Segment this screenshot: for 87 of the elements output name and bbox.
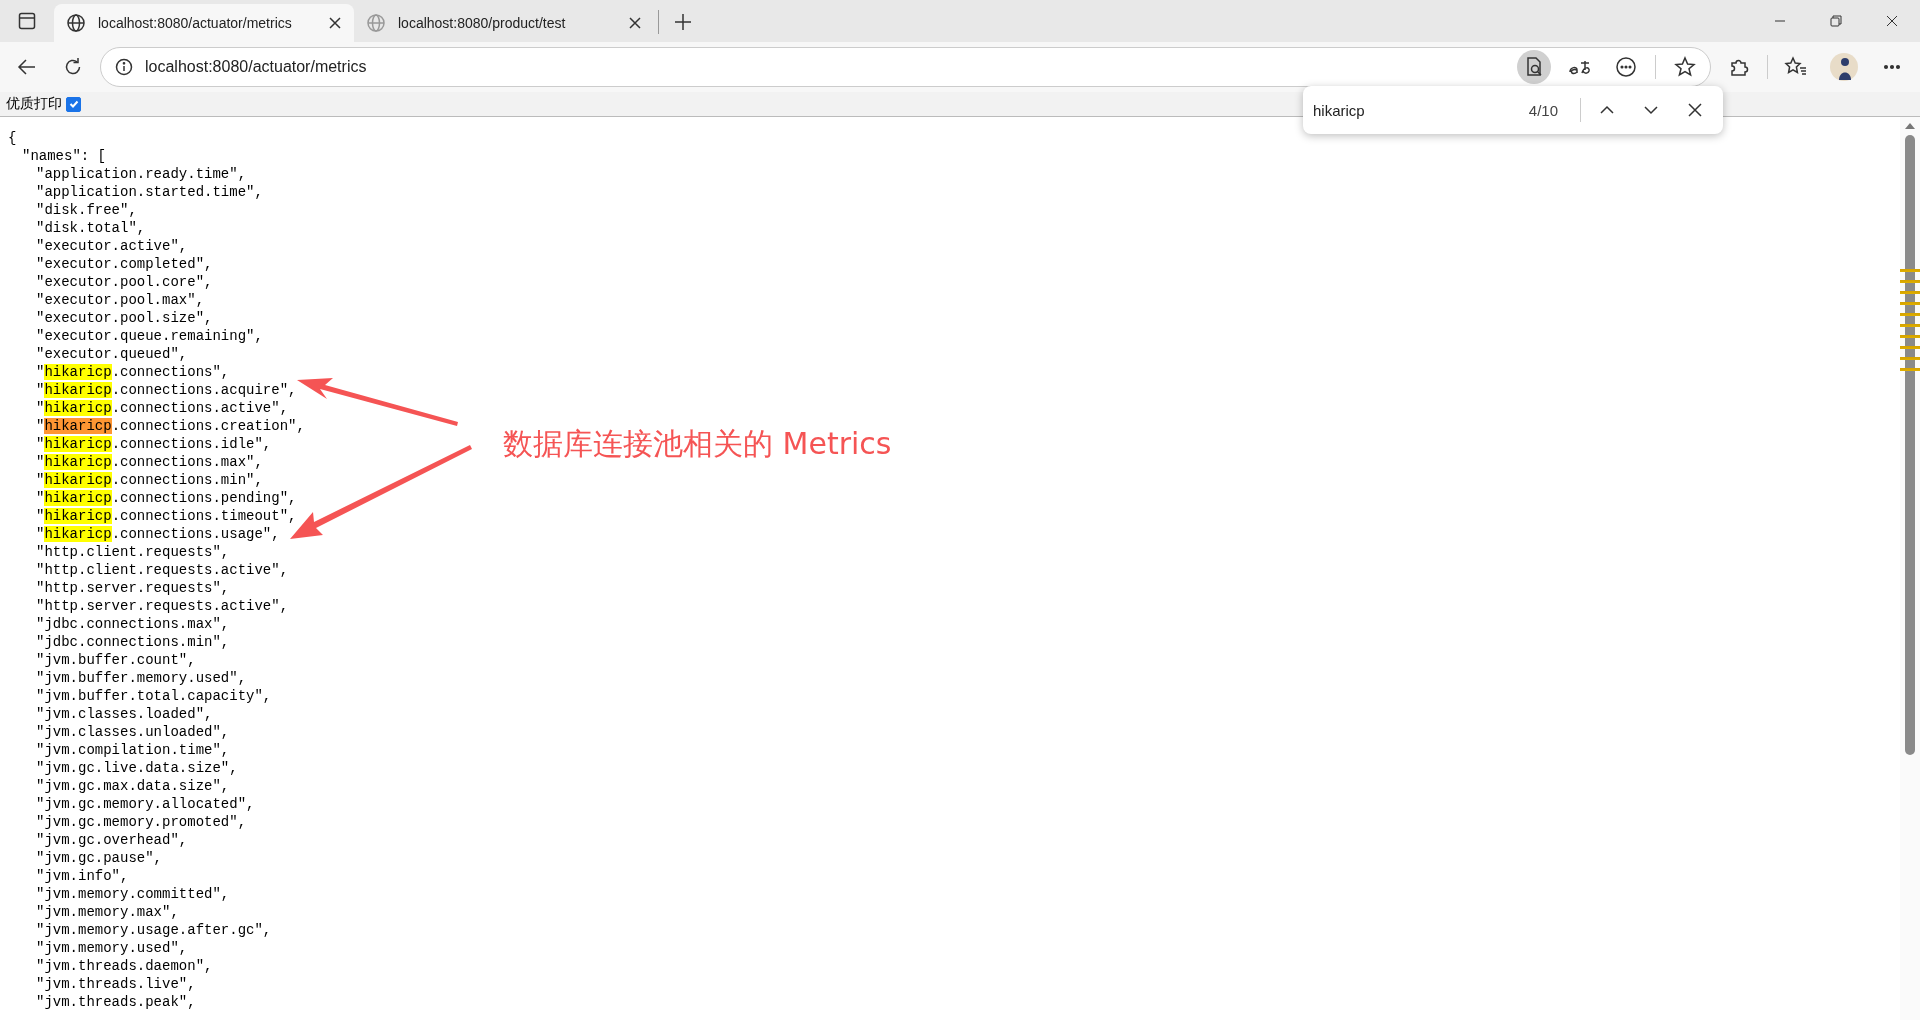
json-line: "hikaricp.connections.min", (35, 471, 263, 489)
json-line: "hikaricp.connections.timeout", (35, 507, 297, 525)
search-highlight: hikaricp (44, 400, 112, 416)
plus-icon[interactable] (674, 13, 692, 31)
json-line: "jvm.gc.pause", (35, 849, 163, 867)
scrollbar[interactable] (1900, 117, 1920, 1020)
search-highlight: hikaricp (44, 454, 112, 470)
json-line: "executor.queued", (35, 345, 188, 363)
json-line: "executor.pool.size", (35, 309, 213, 327)
json-line: "jdbc.connections.min", (35, 633, 230, 651)
json-line: "http.client.requests.active", (35, 561, 289, 579)
json-line: "jvm.threads.live", (35, 975, 196, 993)
restore-icon[interactable] (1829, 14, 1843, 28)
json-line: "executor.queue.remaining", (35, 327, 263, 345)
search-highlight: hikaricp (44, 526, 112, 542)
json-line: "executor.pool.max", (35, 291, 205, 309)
json-line: "jvm.memory.usage.after.gc", (35, 921, 272, 939)
json-line: "executor.pool.core", (35, 273, 213, 291)
json-line: "hikaricp.connections.pending", (35, 489, 297, 507)
globe-icon (366, 13, 386, 33)
json-line: "jvm.gc.max.data.size", (35, 777, 230, 795)
json-line: "jvm.gc.live.data.size", (35, 759, 238, 777)
search-highlight: hikaricp (44, 418, 112, 434)
back-icon[interactable] (17, 57, 37, 77)
json-line: "hikaricp.connections", (35, 363, 230, 381)
json-line: "jdbc.connections.max", (35, 615, 230, 633)
json-line: "jvm.compilation.time", (35, 741, 230, 759)
search-highlight: hikaricp (44, 364, 112, 380)
browser-tab[interactable]: localhost:8080/actuator/metrics (54, 4, 354, 42)
json-line: "jvm.threads.peak", (35, 993, 196, 1011)
json-line: "disk.total", (35, 219, 146, 237)
json-line: "jvm.buffer.memory.used", (35, 669, 247, 687)
close-icon[interactable] (328, 16, 342, 30)
json-line: "jvm.classes.loaded", (35, 705, 213, 723)
search-highlight: hikaricp (44, 490, 112, 506)
json-line: "jvm.memory.committed", (35, 885, 230, 903)
favorites-icon[interactable] (1784, 56, 1808, 78)
search-highlight: hikaricp (44, 472, 112, 488)
checkbox[interactable] (66, 96, 81, 112)
json-line: "http.client.requests", (35, 543, 230, 561)
json-line: "jvm.threads.daemon", (35, 957, 213, 975)
json-line: "jvm.info", (35, 867, 129, 885)
json-line: "jvm.classes.unloaded", (35, 723, 230, 741)
annotation-text: 数据库连接池相关的 Metrics (503, 425, 892, 463)
json-line: "disk.free", (35, 201, 137, 219)
json-line: "hikaricp.connections.usage", (35, 525, 280, 543)
more-icon[interactable] (1615, 56, 1637, 78)
json-line: "application.started.time", (35, 183, 263, 201)
print-option-label: 优质打印 (6, 95, 62, 113)
json-line: "jvm.memory.used", (35, 939, 188, 957)
info-icon (115, 58, 133, 76)
browser-tab[interactable]: localhost:8080/product/test (354, 4, 654, 42)
close-icon[interactable] (1686, 101, 1704, 119)
json-line: "jvm.buffer.count", (35, 651, 196, 669)
json-line: "names": [ (21, 147, 106, 165)
find-field[interactable]: hikaricp (1313, 101, 1521, 119)
globe-icon (66, 13, 86, 33)
json-line: { (8, 129, 17, 147)
json-line: "jvm.gc.memory.promoted", (35, 813, 247, 831)
json-line: "executor.active", (35, 237, 188, 255)
json-line: "hikaricp.connections.active", (35, 399, 289, 417)
json-line: "jvm.gc.memory.allocated", (35, 795, 255, 813)
json-line: "jvm.gc.overhead", (35, 831, 188, 849)
json-line: "hikaricp.connections.creation", (35, 417, 305, 435)
search-highlight: hikaricp (44, 508, 112, 524)
star-icon[interactable] (1674, 56, 1696, 78)
json-line: "http.server.requests", (35, 579, 230, 597)
close-icon[interactable] (1885, 14, 1899, 28)
json-line: "jvm.buffer.total.capacity", (35, 687, 272, 705)
match-count: 4/10 (1528, 101, 1558, 119)
json-line: "http.server.requests.active", (35, 597, 289, 615)
json-line: "hikaricp.connections.acquire", (35, 381, 297, 399)
reload-icon[interactable] (63, 57, 83, 77)
avatar-icon[interactable] (1829, 52, 1859, 82)
json-line: "executor.completed", (35, 255, 213, 273)
translate-icon[interactable] (1568, 58, 1592, 76)
search-highlight: hikaricp (44, 382, 112, 398)
address-bar[interactable]: localhost:8080/actuator/metrics (100, 47, 1711, 87)
json-line: "jvm.memory.max", (35, 903, 179, 921)
search-highlight: hikaricp (44, 436, 112, 452)
json-line: "application.ready.time", (35, 165, 247, 183)
scroll-up-icon[interactable] (1905, 123, 1915, 129)
close-icon[interactable] (628, 16, 642, 30)
more-icon[interactable] (1883, 64, 1901, 70)
sidebar-icon[interactable] (18, 12, 36, 30)
json-line: "hikaricp.connections.max", (35, 453, 263, 471)
json-line: "hikaricp.connections.idle", (35, 435, 272, 453)
